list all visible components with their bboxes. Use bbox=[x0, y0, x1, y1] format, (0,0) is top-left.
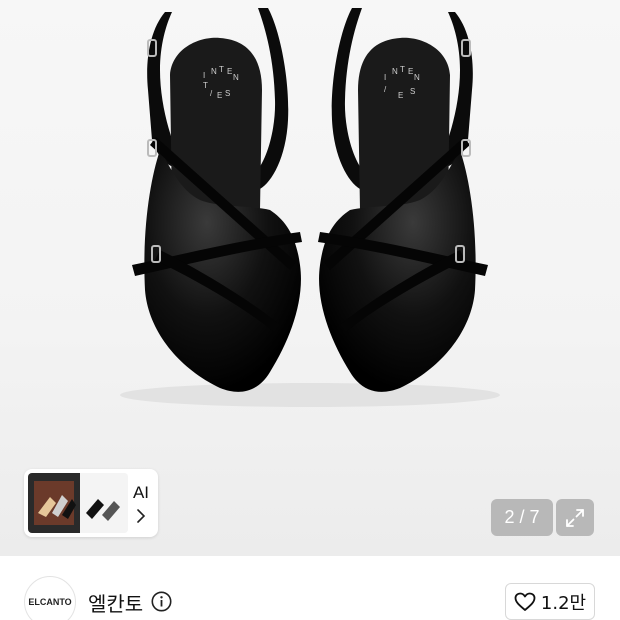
chevron-right-icon bbox=[137, 509, 146, 523]
insole-letter: S bbox=[410, 87, 415, 96]
insole-letter: N bbox=[414, 73, 420, 82]
expand-image-button[interactable] bbox=[556, 499, 594, 536]
insole-letter: I bbox=[384, 73, 386, 82]
insole-letter: S bbox=[225, 89, 230, 98]
insole-letter: E bbox=[398, 91, 403, 100]
like-button[interactable]: 1.2만 bbox=[505, 583, 595, 620]
ai-styling-thumbnail bbox=[28, 473, 128, 533]
store-logo[interactable]: ELCANTO bbox=[24, 576, 76, 620]
info-icon[interactable] bbox=[151, 591, 172, 612]
store-info-bar: ELCANTO 엘칸토 1.2만 bbox=[0, 556, 620, 620]
image-page-counter: 2 / 7 bbox=[491, 499, 553, 536]
insole-letter: T bbox=[400, 65, 405, 74]
insole-letter: E bbox=[217, 91, 222, 100]
like-count: 1.2만 bbox=[540, 592, 587, 614]
insole-letter: E bbox=[408, 67, 413, 76]
product-image-gallery[interactable]: I N T E N T / E S I N T E N / E S AI 2 /… bbox=[0, 0, 620, 556]
heart-icon bbox=[514, 592, 536, 611]
right-shoe: I N T E N / E S bbox=[318, 8, 488, 392]
left-shoe: I N T E N T / E S bbox=[132, 8, 302, 392]
insole-letter: N bbox=[211, 67, 217, 76]
insole-letter: E bbox=[227, 67, 232, 76]
ai-styling-chip[interactable]: AI bbox=[24, 469, 158, 537]
store-name[interactable]: 엘칸토 bbox=[88, 588, 143, 617]
insole-letter: I bbox=[203, 71, 205, 80]
insole-letter: N bbox=[392, 67, 398, 76]
insole-letter: T bbox=[219, 65, 224, 74]
insole-letter: T bbox=[203, 81, 208, 90]
insole-letter: N bbox=[233, 73, 239, 82]
expand-icon bbox=[566, 508, 584, 527]
ai-label: AI bbox=[132, 483, 150, 502]
